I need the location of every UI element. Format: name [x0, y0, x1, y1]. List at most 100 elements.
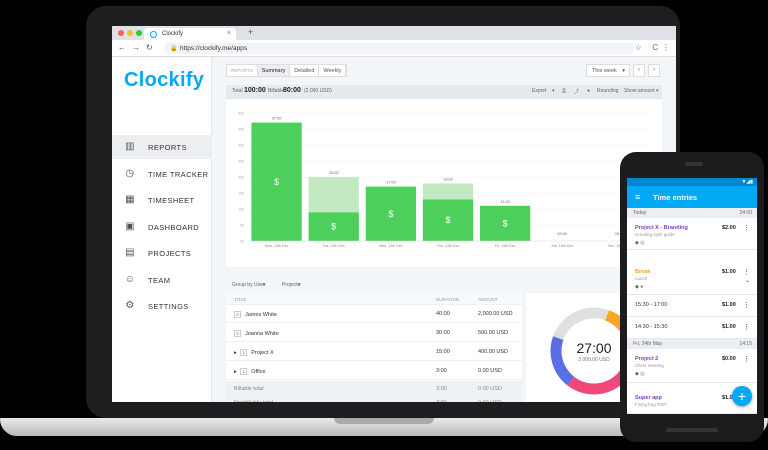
- dashboard-icon: ▣: [125, 220, 135, 232]
- summary-table: TITLE DURATION AMOUNT 2 James White 40:00 2,00…: [226, 293, 522, 402]
- document-icon: ▤: [125, 247, 135, 258]
- billable-label: Billable: [268, 88, 285, 94]
- new-tab-icon[interactable]: +: [248, 27, 253, 37]
- laptop-screen: Clockify × + ← → ↻ 🔒 https://clockify.me…: [112, 26, 676, 402]
- sidebar-item-timesheet[interactable]: ▦ TIMESHEET: [112, 188, 212, 212]
- close-tab-icon[interactable]: ×: [227, 30, 231, 37]
- date-range-select[interactable]: This week ▾: [586, 64, 630, 77]
- entry-description: Client meeting: [635, 363, 664, 368]
- print-icon[interactable]: ⎙: [562, 88, 566, 94]
- date-range-label: This week: [592, 68, 617, 74]
- maximize-window-dot[interactable]: [136, 30, 142, 36]
- tag-icon[interactable]: ◆ ◎: [635, 371, 645, 377]
- expand-arrow-icon[interactable]: ▸: [234, 369, 238, 375]
- browser-menu-icon[interactable]: ⋮: [662, 43, 670, 52]
- bar-data-label: 17:00: [386, 181, 396, 185]
- donut-segment: [567, 370, 629, 395]
- next-range-icon[interactable]: ›: [648, 64, 660, 77]
- prev-range-icon[interactable]: ‹: [633, 64, 645, 77]
- close-window-dot[interactable]: [118, 30, 124, 36]
- sidebar-item-reports[interactable]: ▥ REPORTS: [112, 135, 212, 159]
- row-count-badge: 2: [234, 330, 241, 337]
- extension-c-icon[interactable]: C: [652, 43, 658, 52]
- row-title-cell: ▸ 1 Project X: [234, 349, 274, 356]
- time-entry[interactable]: 15:30 - 17:00 $1.00 ⋮: [627, 295, 757, 317]
- bar-chart-panel: 40h 35h 30h 25h 20h 15h 10h 5h 0h $37:00 Mon, 10th…: [226, 99, 662, 267]
- x-tick-label: Mon, 10th Dec: [265, 244, 289, 248]
- show-amount-select[interactable]: Show amount: [624, 88, 655, 94]
- clockify-logo[interactable]: Clockify: [124, 69, 204, 92]
- dollar-icon: $: [274, 177, 279, 187]
- chevron-down-icon: ▾: [656, 88, 659, 94]
- back-arrow-icon[interactable]: ←: [118, 43, 126, 52]
- browser-tab[interactable]: Clockify ×: [144, 28, 236, 40]
- export-button[interactable]: Export: [532, 88, 546, 94]
- sidebar-item-label: DASHBOARD: [148, 222, 200, 232]
- entry-description: Fixing bug #007: [635, 402, 668, 407]
- tab-summary[interactable]: Summary: [257, 65, 291, 76]
- y-tick-label: 20h: [238, 176, 244, 180]
- entry-amount: $1.00: [722, 324, 736, 330]
- expand-arrow-icon[interactable]: ▸: [234, 350, 238, 356]
- day-total: 24:00: [739, 210, 752, 216]
- title-column-header[interactable]: TITLE: [234, 297, 246, 302]
- sidebar-item-dashboard[interactable]: ▣ DASHBOARD: [112, 215, 212, 239]
- time-entry[interactable]: 14:30 - 15:30 $1.00 ⋮: [627, 317, 757, 339]
- nonbillable-bar: [308, 177, 359, 213]
- sidebar-item-projects[interactable]: ▤ PROJECTS: [112, 241, 212, 265]
- tab-reports[interactable]: REPORTS: [227, 65, 258, 76]
- reload-icon[interactable]: ↻: [146, 43, 153, 52]
- x-tick-label: Wed, 12th Dec: [379, 244, 403, 248]
- report-main: REPORTS Summary Detailed Weekly This week ▾…: [212, 57, 676, 402]
- time-entry[interactable]: Break Lunch ◆ ● ⌃ $1.00 ⋮: [627, 262, 757, 295]
- entry-time-range: 15:30 - 17:00: [635, 302, 668, 308]
- more-options-icon[interactable]: ⋮: [743, 323, 750, 331]
- forward-arrow-icon[interactable]: →: [132, 43, 140, 52]
- bookmark-star-icon[interactable]: ☆: [635, 43, 642, 52]
- chevron-up-icon[interactable]: ⌃: [745, 280, 750, 287]
- share-icon[interactable]: ⤴: [574, 88, 579, 95]
- entry-project: Super app: [635, 395, 662, 401]
- tag-icon[interactable]: ◆ ●: [635, 284, 643, 290]
- tag-icon[interactable]: ◆ ◎: [635, 240, 645, 246]
- sidebar-item-team[interactable]: ☺ TEAM: [112, 268, 212, 292]
- amount-column-header[interactable]: AMOUNT: [478, 297, 498, 302]
- time-entry[interactable]: Project X - Branding Creating style guide…: [627, 218, 757, 250]
- table-row[interactable]: 2 James White 40:00 2,000.00 USD: [226, 305, 522, 323]
- group-by-row: Group by User ▾ Projects ▾: [226, 279, 522, 291]
- sidebar: Clockify ▥ REPORTS ◷ TIME TRACKER ▦ TIMESHEET…: [112, 57, 212, 402]
- row-duration: 40:00: [436, 311, 450, 317]
- rounding-toggle-icon[interactable]: ●: [587, 88, 590, 94]
- more-options-icon[interactable]: ⋮: [743, 301, 750, 309]
- footer-amount: 0.00 USD: [478, 400, 502, 402]
- more-options-icon[interactable]: ⋮: [743, 224, 750, 232]
- add-entry-button[interactable]: +: [732, 386, 752, 406]
- sidebar-item-settings[interactable]: ⚙ SETTINGS: [112, 294, 212, 318]
- report-tabs: REPORTS Summary Detailed Weekly: [226, 64, 348, 77]
- table-row[interactable]: ▸ 1 Office 3:00 0.00 USD: [226, 362, 522, 380]
- more-options-icon[interactable]: ⋮: [743, 355, 750, 363]
- url-field[interactable]: 🔒 https://clockify.me/apps: [164, 43, 634, 54]
- phone-app-bar: ≡ Time entries: [627, 186, 757, 208]
- entry-project: Project X - Branding: [635, 225, 688, 231]
- tab-weekly[interactable]: Weekly: [319, 65, 347, 76]
- row-amount: 500.00 USD: [478, 330, 508, 336]
- footer-title: Billable total: [234, 386, 264, 392]
- hamburger-menu-icon[interactable]: ≡: [635, 192, 640, 202]
- sidebar-item-label: TIME TRACKER: [148, 169, 209, 179]
- more-options-icon[interactable]: ⋮: [743, 268, 750, 276]
- y-tick-label: 10h: [238, 208, 244, 212]
- duration-column-header[interactable]: DURATION: [436, 297, 459, 302]
- footer-duration: 3:00: [436, 386, 447, 392]
- time-entry[interactable]: Project 2 Client meeting ◆ ◎ $0.00 ⋮: [627, 349, 757, 383]
- sidebar-item-time-tracker[interactable]: ◷ TIME TRACKER: [112, 162, 212, 186]
- tab-detailed[interactable]: Detailed: [290, 65, 320, 76]
- billable-amount: (2,000 USD): [304, 88, 332, 94]
- row-title: Project X: [251, 350, 274, 356]
- minimize-window-dot[interactable]: [127, 30, 133, 36]
- table-row[interactable]: 2 Joanna White 30:00 500.00 USD: [226, 324, 522, 342]
- row-title: Joanna White: [245, 331, 279, 337]
- row-title-cell: ▸ 1 Office: [234, 368, 266, 375]
- table-row[interactable]: ▸ 1 Project X 15:00 400.00 USD: [226, 343, 522, 361]
- battery-icon: ▼◢▮: [741, 179, 753, 185]
